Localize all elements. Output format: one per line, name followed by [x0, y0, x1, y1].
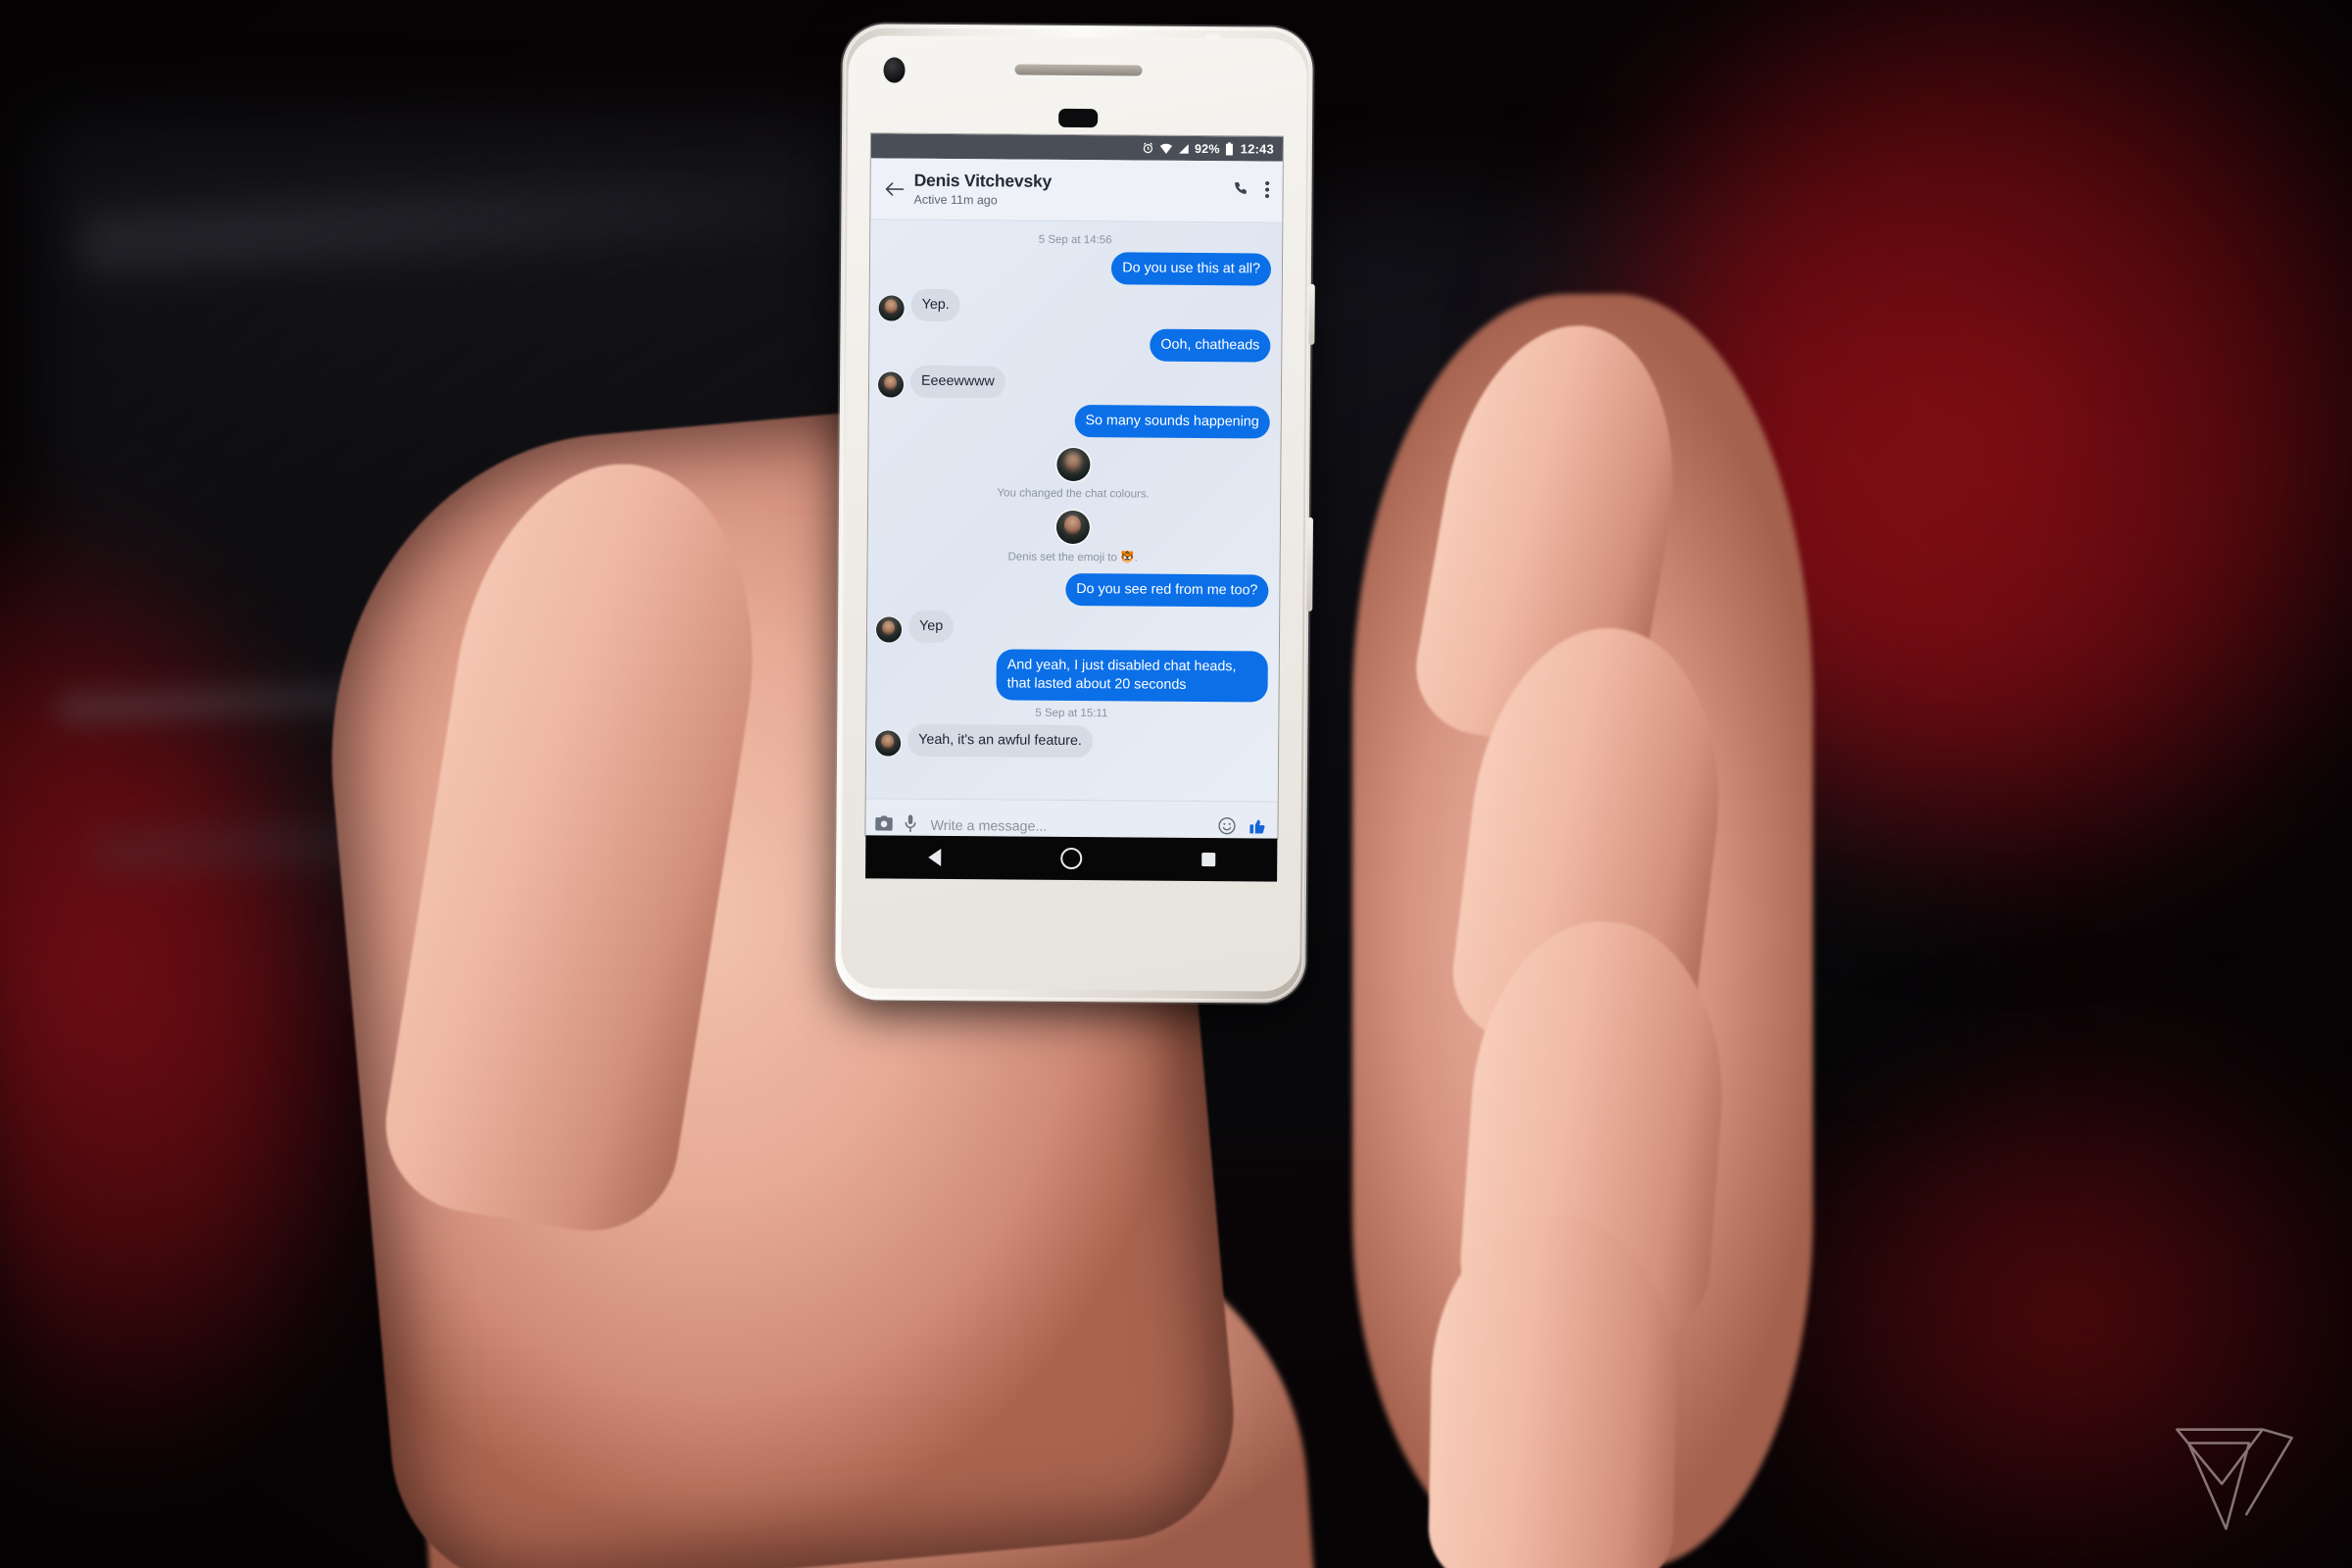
contact-name: Denis Vitchevsky	[913, 170, 1053, 192]
signal-icon	[1178, 142, 1190, 154]
status-bar: 92% 12:43	[870, 133, 1284, 162]
the-verge-logo	[2172, 1419, 2297, 1535]
thumbs-up-icon[interactable]	[1248, 816, 1266, 839]
message-row: Yep.	[878, 288, 1271, 323]
message-bubble-outgoing[interactable]: Ooh, chatheads	[1150, 328, 1271, 363]
message-thread[interactable]: 5 Sep at 14:56 Do you use this at all? Yep…	[865, 220, 1283, 802]
message-row: Do you see red from me too?	[876, 571, 1269, 608]
avatar[interactable]	[875, 730, 902, 757]
thread-timestamp: 5 Sep at 14:56	[1038, 233, 1112, 247]
back-arrow-icon[interactable]	[880, 180, 909, 197]
message-bubble-incoming[interactable]: Yep	[907, 610, 955, 644]
message-row: And yeah, I just disabled chat heads, th…	[876, 648, 1268, 703]
power-button[interactable]	[1308, 283, 1315, 345]
phone-call-icon[interactable]	[1234, 180, 1250, 202]
android-home-icon[interactable]	[1044, 837, 1099, 880]
message-row: Eeeewwww	[877, 365, 1270, 400]
message-bubble-outgoing[interactable]: And yeah, I just disabled chat heads, th…	[996, 649, 1268, 703]
status-bar-clock: 12:43	[1240, 141, 1274, 157]
message-bubble-outgoing[interactable]: Do you use this at all?	[1111, 252, 1272, 286]
volume-button[interactable]	[1306, 516, 1313, 612]
battery-icon	[1225, 141, 1234, 156]
chat-header: Denis Vitchevsky Active 11m ago	[870, 158, 1283, 223]
hand-finger-little	[1427, 1212, 1680, 1568]
android-nav-bar	[865, 835, 1278, 882]
composer-actions	[1217, 816, 1266, 839]
avatar[interactable]	[878, 295, 905, 321]
system-event-text: Denis set the emoji to 🐯.	[1007, 550, 1138, 564]
message-input[interactable]: Write a message...	[927, 817, 1206, 835]
smartphone: 92% 12:43 Denis Vitchevsky Active 11m ag…	[835, 24, 1315, 1004]
message-bubble-incoming[interactable]: Yeah, it's an awful feature.	[907, 723, 1094, 759]
message-bubble-outgoing[interactable]: Do you see red from me too?	[1065, 572, 1269, 608]
android-recents-icon[interactable]	[1181, 838, 1236, 881]
overflow-menu-icon[interactable]	[1264, 180, 1270, 203]
sensor-slot	[1058, 108, 1099, 128]
system-event: You changed the chat colours.	[877, 446, 1269, 501]
message-bubble-incoming[interactable]: Yep.	[910, 288, 960, 322]
message-bubble-outgoing[interactable]: So many sounds happening	[1074, 405, 1270, 439]
system-event: Denis set the emoji to 🐯.	[877, 509, 1269, 564]
battery-percent: 92%	[1194, 141, 1220, 156]
message-composer: Write a message...	[865, 798, 1278, 839]
system-event-avatar	[1056, 447, 1091, 482]
message-row: Ooh, chatheads	[878, 326, 1271, 363]
message-row: Do you use this at all?	[879, 250, 1272, 286]
avatar[interactable]	[877, 371, 905, 398]
front-camera	[883, 57, 906, 83]
top-microphone	[1204, 34, 1221, 42]
alarm-icon	[1142, 142, 1154, 155]
message-bubble-incoming[interactable]: Eeeewwww	[909, 365, 1005, 399]
system-event-avatar	[1055, 510, 1091, 545]
message-row: So many sounds happening	[878, 403, 1270, 439]
camera-icon[interactable]	[874, 814, 893, 836]
phone-screen: 92% 12:43 Denis Vitchevsky Active 11m ag…	[865, 133, 1284, 839]
android-back-icon[interactable]	[906, 836, 961, 879]
photo-scene: 92% 12:43 Denis Vitchevsky Active 11m ag…	[0, 0, 2352, 1568]
thread-timestamp: 5 Sep at 15:11	[1035, 707, 1108, 720]
earpiece-speaker	[1014, 64, 1143, 76]
chat-title-block[interactable]: Denis Vitchevsky Active 11m ago	[908, 170, 1233, 209]
microphone-icon[interactable]	[904, 813, 916, 837]
emoji-smiley-icon[interactable]	[1217, 816, 1236, 839]
message-row: Yep	[875, 610, 1268, 645]
message-row: Yeah, it's an awful feature.	[875, 723, 1267, 759]
system-event-text: You changed the chat colours.	[997, 486, 1150, 501]
avatar[interactable]	[875, 616, 903, 643]
wifi-icon	[1159, 142, 1173, 154]
presence-status: Active 11m ago	[913, 192, 998, 208]
header-actions	[1233, 180, 1271, 203]
